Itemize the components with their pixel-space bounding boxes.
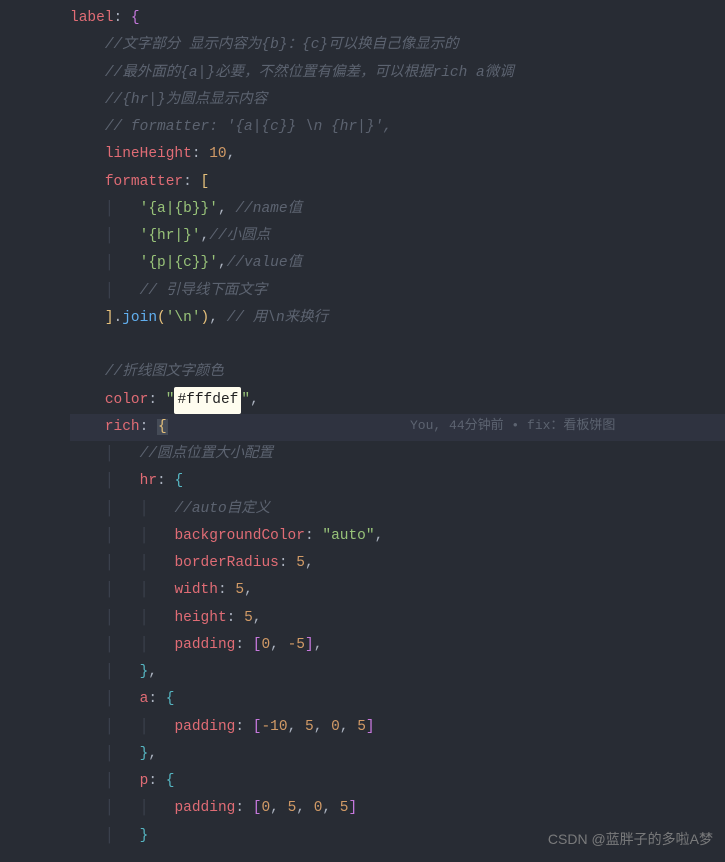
comment: //{hr|}为圆点显示内容 bbox=[105, 92, 267, 108]
string-literal: "auto" bbox=[322, 528, 374, 544]
string-literal: '\n' bbox=[166, 310, 201, 326]
property-key: width bbox=[174, 582, 218, 598]
code-line: lineHeight: 10, bbox=[70, 141, 725, 168]
code-line: │ │ height: 5, bbox=[70, 605, 725, 632]
number-literal: 5 bbox=[305, 719, 314, 735]
code-line: │ hr: { bbox=[70, 468, 725, 495]
number-literal: -10 bbox=[261, 719, 287, 735]
code-line: │ '{hr|}',//小圆点 bbox=[70, 223, 725, 250]
number-literal: 5 bbox=[296, 555, 305, 571]
watermark: CSDN @蓝胖子的多啦A梦 bbox=[548, 826, 713, 852]
number-literal: 5 bbox=[244, 610, 253, 626]
string-literal: '{p|{c}}' bbox=[140, 255, 218, 271]
code-line: │ │ width: 5, bbox=[70, 577, 725, 604]
property-key: backgroundColor bbox=[174, 528, 305, 544]
code-line: │ p: { bbox=[70, 768, 725, 795]
string-literal: '{hr|}' bbox=[140, 228, 201, 244]
code-line: │ │ backgroundColor: "auto", bbox=[70, 523, 725, 550]
comment: //name值 bbox=[227, 201, 302, 217]
number-literal: 0 bbox=[331, 719, 340, 735]
code-line bbox=[70, 332, 725, 359]
comment: //小圆点 bbox=[209, 228, 270, 244]
property-key: formatter bbox=[105, 174, 183, 190]
number-literal: 0 bbox=[261, 637, 270, 653]
property-key: height bbox=[174, 610, 226, 626]
git-lens-annotation: You, 44分钟前 • fix：看板饼图 bbox=[410, 414, 615, 438]
method-call: join bbox=[122, 310, 157, 326]
code-line: │ }, bbox=[70, 741, 725, 768]
comment: //折线图文字颜色 bbox=[105, 364, 224, 380]
code-line: │ │ padding: [0, 5, 0, 5] bbox=[70, 795, 725, 822]
code-line: │ // 引导线下面文字 bbox=[70, 278, 725, 305]
property-key: hr bbox=[140, 473, 157, 489]
code-line: │ '{a|{b}}', //name值 bbox=[70, 196, 725, 223]
number-literal: 5 bbox=[288, 800, 297, 816]
comment: //圆点位置大小配置 bbox=[140, 446, 273, 462]
comment: //文字部分 显示内容为{b}：{c}可以换自己像显示的 bbox=[105, 37, 459, 53]
code-line: │ }, bbox=[70, 659, 725, 686]
code-line: rich: {You, 44分钟前 • fix：看板饼图 bbox=[70, 414, 725, 441]
string-literal: '{a|{b}}' bbox=[140, 201, 218, 217]
comment: //value值 bbox=[227, 255, 302, 271]
number-literal: 10 bbox=[209, 146, 226, 162]
color-swatch: #fffdef bbox=[174, 387, 241, 414]
comment: // 引导线下面文字 bbox=[140, 283, 268, 299]
property-key: padding bbox=[174, 800, 235, 816]
code-line: //{hr|}为圆点显示内容 bbox=[70, 87, 725, 114]
code-line: │ a: { bbox=[70, 686, 725, 713]
property-key: lineHeight bbox=[105, 146, 192, 162]
comment: //最外面的{a|}必要，不然位置有偏差，可以根据rich a微调 bbox=[105, 65, 514, 81]
comment: // formatter: '{a|{c}} \n {hr|}', bbox=[105, 119, 392, 135]
property-key: padding bbox=[174, 637, 235, 653]
number-literal: 5 bbox=[357, 719, 366, 735]
code-line: │ '{p|{c}}',//value值 bbox=[70, 250, 725, 277]
property-key: borderRadius bbox=[174, 555, 278, 571]
code-line: │ │ //auto自定义 bbox=[70, 496, 725, 523]
code-line: │ │ padding: [0, -5], bbox=[70, 632, 725, 659]
number-literal: 5 bbox=[340, 800, 349, 816]
code-line: │ │ borderRadius: 5, bbox=[70, 550, 725, 577]
code-line: color: "#fffdef", bbox=[70, 387, 725, 414]
code-line: // formatter: '{a|{c}} \n {hr|}', bbox=[70, 114, 725, 141]
number-literal: 0 bbox=[261, 800, 270, 816]
property-key: padding bbox=[174, 719, 235, 735]
code-line: │ //圆点位置大小配置 bbox=[70, 441, 725, 468]
property-key: label bbox=[70, 10, 114, 26]
code-line: │ │ padding: [-10, 5, 0, 5] bbox=[70, 714, 725, 741]
comment: // 用\n来换行 bbox=[218, 310, 328, 326]
property-key: color bbox=[105, 392, 149, 408]
code-line: //最外面的{a|}必要，不然位置有偏差，可以根据rich a微调 bbox=[70, 60, 725, 87]
property-key: rich bbox=[105, 419, 140, 435]
code-line: label: { bbox=[70, 5, 725, 32]
code-line: //文字部分 显示内容为{b}：{c}可以换自己像显示的 bbox=[70, 32, 725, 59]
code-line: //折线图文字颜色 bbox=[70, 359, 725, 386]
number-literal: 5 bbox=[235, 582, 244, 598]
number-literal: -5 bbox=[288, 637, 305, 653]
comment: //auto自定义 bbox=[174, 501, 270, 517]
code-line: formatter: [ bbox=[70, 169, 725, 196]
code-line: ].join('\n'), // 用\n来换行 bbox=[70, 305, 725, 332]
